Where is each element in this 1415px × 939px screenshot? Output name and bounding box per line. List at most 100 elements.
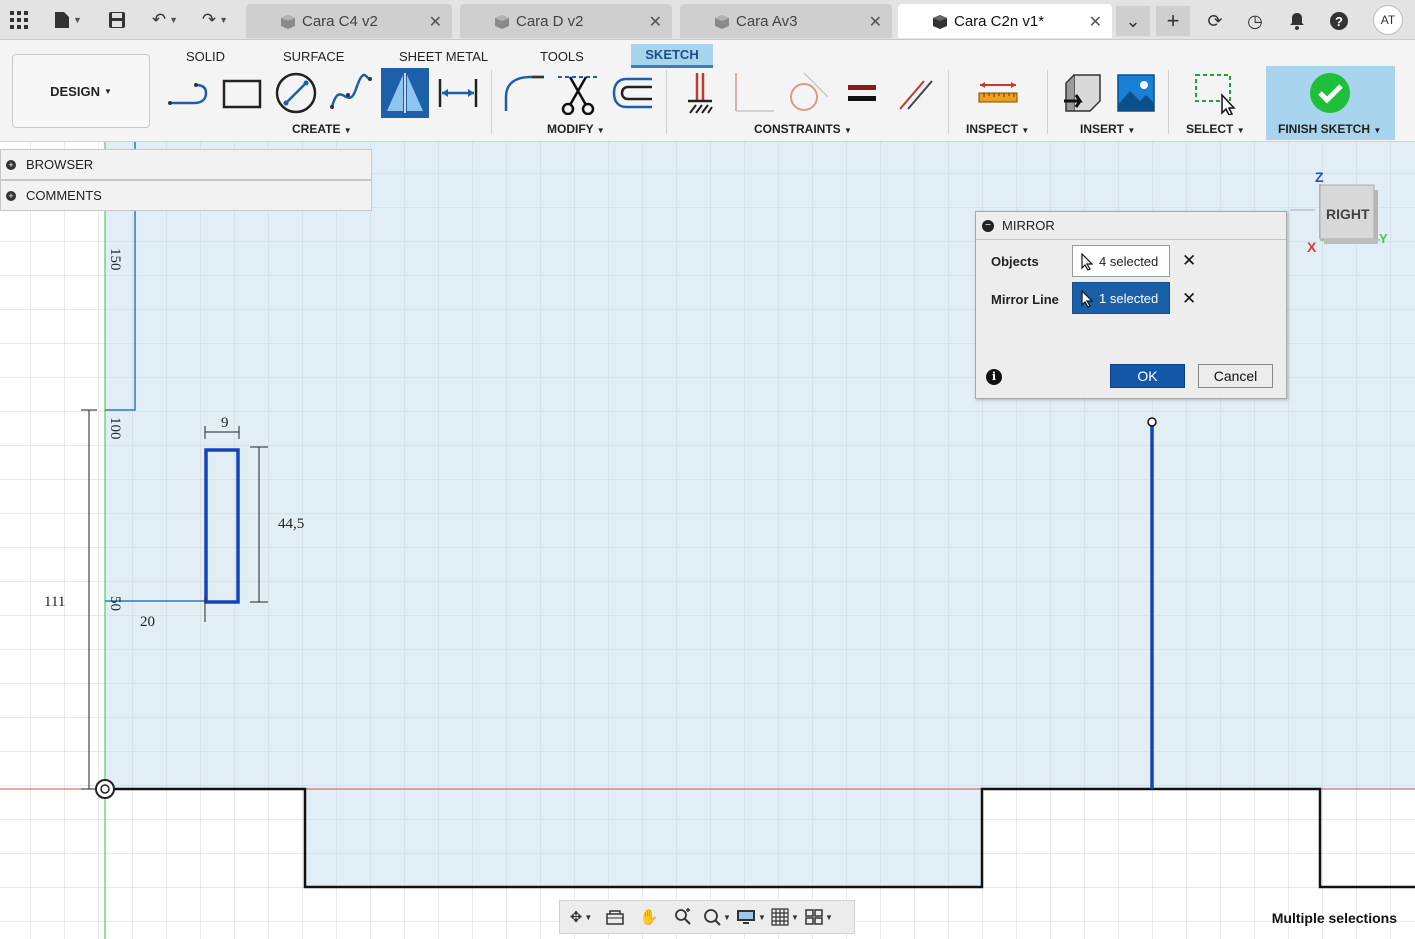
mirror-line-endpoint[interactable] [1147, 417, 1157, 427]
axis-z-label: Z [1315, 169, 1324, 185]
dimension-20[interactable]: 20 [140, 614, 155, 630]
viewcube-face-label: RIGHT [1326, 206, 1370, 222]
dimension-150[interactable]: 150 [107, 248, 123, 271]
cursor-arrow-icon [1081, 253, 1093, 271]
origin-marker[interactable] [95, 779, 115, 799]
look-at-icon[interactable] [598, 902, 632, 932]
tab-cara-av3[interactable]: Cara Av3 ✕ [680, 4, 892, 38]
sync-icon[interactable]: ⟳ [1198, 6, 1232, 36]
clear-objects-close-icon[interactable]: ✕ [1182, 251, 1196, 271]
workspace-switcher-button[interactable]: DESIGN ▼ [12, 54, 150, 128]
save-icon[interactable] [104, 6, 130, 34]
pan-hand-icon[interactable]: ✋ [632, 902, 666, 932]
inspect-group-label[interactable]: INSPECT ▼ [966, 122, 1029, 136]
view-cube[interactable]: RIGHT Z X Y [1150, 168, 1400, 258]
finish-sketch-button[interactable]: FINISH SKETCH ▼ [1266, 66, 1395, 140]
clear-mirror-line-close-icon[interactable]: ✕ [1182, 289, 1196, 309]
chevron-down-icon[interactable]: ⌄ [1116, 6, 1150, 36]
mirror-dialog-header[interactable]: − MIRROR [976, 212, 1286, 240]
coincident-constraint-icon[interactable] [732, 68, 776, 118]
window-select-icon[interactable] [1192, 68, 1236, 118]
undo-icon[interactable]: ↶ ▼ [144, 6, 186, 34]
info-icon[interactable]: i [986, 369, 1002, 385]
rectangle-tool-icon[interactable] [220, 68, 264, 118]
workspace-label: DESIGN [50, 83, 100, 99]
tab-label: Cara D v2 [516, 12, 584, 30]
trim-scissors-icon[interactable] [556, 68, 600, 118]
ribbon-tab-solid[interactable]: SOLID [176, 44, 235, 68]
app-grid-icon[interactable] [6, 6, 32, 34]
browser-label: BROWSER [26, 157, 94, 172]
circle-tool-icon[interactable] [274, 68, 318, 118]
fillet-tool-icon[interactable] [502, 68, 546, 118]
bell-icon[interactable] [1280, 6, 1314, 36]
dimension-100[interactable]: 100 [107, 417, 123, 440]
dimension-50[interactable]: 50 [107, 596, 123, 611]
help-icon[interactable]: ? [1322, 6, 1356, 36]
ribbon-separator [666, 70, 667, 134]
offset-tool-icon[interactable] [610, 68, 654, 118]
constraints-group-label[interactable]: CONSTRAINTS ▼ [754, 122, 852, 136]
new-tab-plus-icon[interactable]: + [1156, 6, 1190, 36]
tab-cara-d-v2[interactable]: Cara D v2 ✕ [460, 4, 672, 38]
parallel-constraint-icon[interactable] [894, 68, 938, 118]
insert-derive-icon[interactable] [1060, 68, 1104, 118]
close-icon[interactable]: ✕ [649, 12, 662, 32]
component-icon [281, 15, 295, 29]
fix-constraint-icon[interactable] [678, 68, 722, 118]
tangent-constraint-icon[interactable] [786, 68, 830, 118]
equal-constraint-icon[interactable] [840, 68, 884, 118]
objects-label: Objects [991, 254, 1039, 269]
dimension-9[interactable]: 9 [221, 415, 229, 431]
mirror-tool-icon[interactable] [381, 68, 429, 118]
ribbon-tab-tools[interactable]: TOOLS [530, 44, 594, 68]
browser-panel-header[interactable]: + BROWSER [0, 149, 372, 180]
file-menu-icon[interactable]: ▼ [48, 6, 88, 34]
objects-selection-button[interactable]: 4 selected [1072, 245, 1170, 277]
tab-cara-c4-v2[interactable]: Cara C4 v2 ✕ [246, 4, 452, 38]
viewports-icon[interactable]: ▼ [802, 902, 836, 932]
collapse-minus-icon[interactable]: − [982, 219, 994, 232]
ribbon-separator [948, 70, 949, 134]
mirror-line-selection-button[interactable]: 1 selected [1072, 282, 1170, 314]
clock-icon[interactable]: ◷ [1238, 6, 1272, 36]
ok-button[interactable]: OK [1110, 364, 1185, 388]
close-icon[interactable]: ✕ [429, 12, 442, 32]
spline-tool-icon[interactable] [328, 68, 372, 118]
navigation-toolbar: ✥ ▼ ✋ ▼ ▼ ▼ ▼ [559, 900, 855, 934]
ribbon-tab-sheet-metal[interactable]: SHEET METAL [389, 44, 498, 68]
user-avatar[interactable]: AT [1373, 5, 1403, 35]
component-icon [933, 15, 947, 29]
measure-ruler-icon[interactable] [976, 68, 1020, 118]
zoom-icon[interactable] [666, 902, 700, 932]
tab-label: Cara C2n v1* [954, 12, 1045, 30]
insert-canvas-image-icon[interactable] [1114, 68, 1158, 118]
line-tool-icon[interactable] [166, 68, 210, 118]
dimension-111[interactable]: 111 [44, 594, 65, 610]
tab-label: Cara Av3 [736, 12, 798, 30]
redo-icon[interactable]: ↷ ▼ [194, 6, 236, 34]
expand-plus-icon[interactable]: + [6, 190, 16, 201]
orbit-icon[interactable]: ✥ ▼ [564, 902, 598, 932]
create-group-label[interactable]: CREATE ▼ [292, 122, 352, 136]
close-icon[interactable]: ✕ [1089, 12, 1102, 32]
tab-cara-c2n-v1[interactable]: Cara C2n v1* ✕ [898, 4, 1112, 38]
comments-panel-header[interactable]: + COMMENTS [0, 180, 372, 211]
checkmark-icon [1310, 73, 1350, 113]
cancel-button[interactable]: Cancel [1198, 364, 1273, 388]
dimension-tool-icon[interactable] [436, 68, 480, 118]
axis-y-label: Y [1379, 231, 1388, 246]
expand-plus-icon[interactable]: + [6, 159, 16, 170]
select-group-label[interactable]: SELECT ▼ [1186, 122, 1245, 136]
toolbar-ribbon: SOLID SURFACE SHEET METAL TOOLS SKETCH D… [0, 40, 1415, 142]
close-icon[interactable]: ✕ [869, 12, 882, 32]
insert-group-label[interactable]: INSERT ▼ [1080, 122, 1135, 136]
dimension-44-5[interactable]: 44,5 [278, 516, 304, 532]
ribbon-tab-sketch[interactable]: SKETCH [631, 44, 713, 68]
zoom-window-icon[interactable]: ▼ [700, 902, 734, 932]
display-settings-icon[interactable]: ▼ [734, 902, 768, 932]
tab-label: Cara C4 v2 [302, 12, 378, 30]
ribbon-tab-surface[interactable]: SURFACE [273, 44, 354, 68]
grid-settings-icon[interactable]: ▼ [768, 902, 802, 932]
modify-group-label[interactable]: MODIFY ▼ [547, 122, 605, 136]
